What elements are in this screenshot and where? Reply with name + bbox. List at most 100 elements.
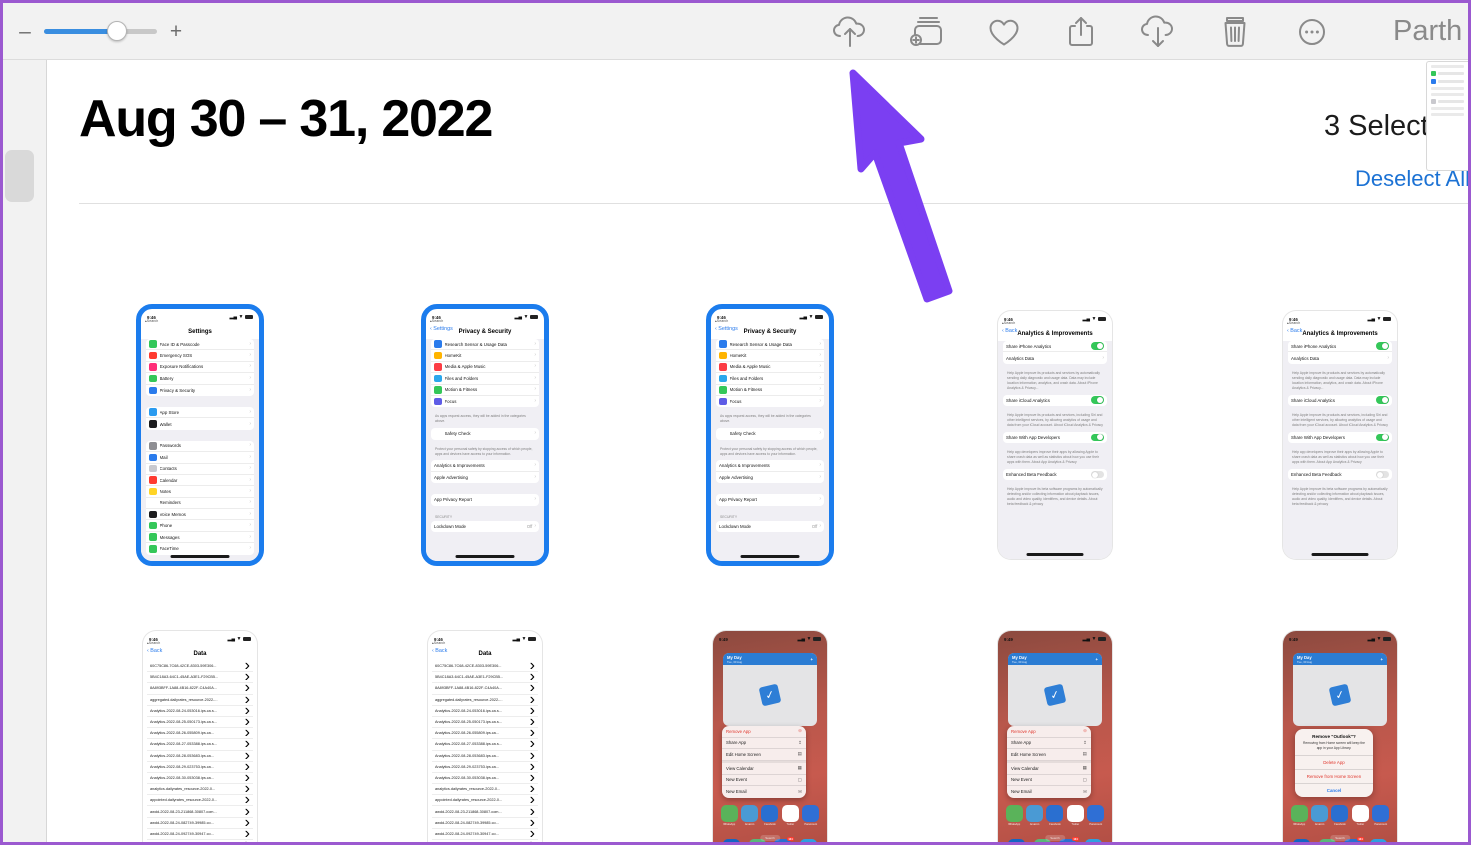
data-list-row[interactable]: analytics.dailyrates_resource-2022-0... › xyxy=(147,780,253,797)
widget-add-icon[interactable]: + xyxy=(811,657,813,662)
settings-row[interactable]: Files and Folders › xyxy=(431,373,539,385)
context-menu-item[interactable]: New Email ✉ xyxy=(1007,786,1091,798)
data-list-row[interactable]: awdd-2022-08-23-211868-30807.com... › xyxy=(147,803,253,820)
photo-thumbnail[interactable]: 9:46 ▂▄ ▼ ▴Search Data ‹ Back 60C75C86-7C68-42… xyxy=(143,631,257,842)
sidebar-handle[interactable] xyxy=(5,150,34,202)
app-icon[interactable] xyxy=(1311,805,1329,822)
data-list-row[interactable]: analytics.dailyrates_resource-2022-0... › xyxy=(432,780,538,797)
cloud-upload-button[interactable] xyxy=(811,3,888,60)
settings-row[interactable]: Calendar › xyxy=(146,475,254,487)
app-icon[interactable] xyxy=(1084,839,1102,842)
widget-add-icon[interactable]: + xyxy=(1381,657,1383,662)
zoom-slider-track[interactable] xyxy=(44,21,157,41)
settings-row[interactable]: Passwords › xyxy=(146,441,254,453)
app-icon[interactable] xyxy=(1008,839,1026,842)
delete-button[interactable] xyxy=(1196,3,1273,60)
settings-row[interactable]: Analytics & Improvements › xyxy=(431,460,539,472)
app-icon[interactable] xyxy=(720,805,738,822)
app-icon[interactable] xyxy=(1293,839,1311,842)
app-icon[interactable] xyxy=(1026,805,1044,822)
back-button[interactable]: ‹ Back xyxy=(432,648,447,654)
settings-row[interactable]: Privacy & Security › xyxy=(146,385,254,396)
settings-row[interactable]: Lockdown Mode Off › xyxy=(716,521,824,532)
settings-row[interactable]: Apple Advertising › xyxy=(431,472,539,483)
data-list-row[interactable]: awdd-2022-08-24-082749-39985.co... › xyxy=(432,814,538,831)
back-button[interactable]: ‹ Back xyxy=(1287,328,1302,334)
data-list-row[interactable]: 5B4C18A3-64C1-45AE-A3E1-F29CB5... › xyxy=(147,668,253,685)
app-cell[interactable]: Edge xyxy=(1007,839,1027,842)
search-pill[interactable]: Search xyxy=(760,835,780,841)
settings-row[interactable]: Safety Check › xyxy=(431,428,539,439)
photo-thumbnail[interactable]: My Day Tue, 30 Aug + ✓ WhatsApp Amazon Faceboo… xyxy=(998,631,1112,842)
back-button[interactable]: ‹ Settings xyxy=(715,326,738,332)
data-list-row[interactable]: Analytics-2022-08-27-053388.ips.ca.s... › xyxy=(147,735,253,752)
settings-row[interactable]: Media & Apple Music › xyxy=(716,362,824,374)
app-icon[interactable] xyxy=(741,805,759,822)
data-list-row[interactable]: 8A893BFF-1A88-4B16-822F-C4A40A... › xyxy=(147,679,253,696)
search-pill[interactable]: Search xyxy=(1045,835,1065,841)
photo-thumbnail[interactable]: 9:46 ▂▄ ▼ ▴Search Privacy & Security ‹ Settin… xyxy=(421,304,549,566)
toggle-row[interactable]: Share iPhone Analytics xyxy=(1003,341,1107,353)
data-list-row[interactable]: awdd-2022-08-24-092749-30947.co... › xyxy=(432,825,538,842)
data-list-row[interactable]: appointed.dailyrates_resource-2022-0... › xyxy=(147,791,253,808)
context-menu-item[interactable]: Share App ↥ xyxy=(1007,738,1091,749)
settings-row[interactable]: Safety Check › xyxy=(716,428,824,439)
data-list-row[interactable]: Analytics-2022-08-30-053038.ips.ca... › xyxy=(147,769,253,786)
settings-row[interactable]: HomeKit › xyxy=(716,350,824,362)
toggle-switch[interactable] xyxy=(1376,396,1389,404)
toggle-row[interactable]: Share With App Developers xyxy=(1288,432,1392,443)
back-button[interactable]: ‹ Settings xyxy=(430,326,453,332)
search-pill[interactable]: Search xyxy=(1330,835,1350,841)
zoom-slider[interactable]: – + xyxy=(17,21,184,42)
app-cell[interactable]: Amazon xyxy=(1310,805,1330,826)
zoom-in-icon[interactable]: + xyxy=(168,21,184,42)
calendar-widget[interactable]: My Day Tue, 30 Aug + ✓ xyxy=(1008,653,1102,726)
toggle-switch[interactable] xyxy=(1091,470,1104,479)
settings-row[interactable]: Battery › xyxy=(146,373,254,385)
app-cell[interactable]: Twitter xyxy=(1065,805,1085,826)
photo-thumbnail[interactable]: 9:46 ▂▄ ▼ ▴Search Data ‹ Back 60C75C86-7C68-42… xyxy=(428,631,542,842)
more-options-button[interactable] xyxy=(1273,3,1350,60)
context-menu-item[interactable]: New Email ✉ xyxy=(722,786,806,798)
app-cell[interactable]: Edge xyxy=(1292,839,1312,842)
settings-row[interactable]: Apple Advertising › xyxy=(716,472,824,483)
toggle-row[interactable]: Enhanced Beta Feedback xyxy=(1288,469,1392,480)
toggle-row[interactable]: Analytics Data › xyxy=(1003,352,1107,363)
app-cell[interactable]: Amazon xyxy=(740,805,760,826)
data-list-row[interactable]: awdd-2022-08-23-211868-30807.com... › xyxy=(432,803,538,820)
toggle-switch[interactable] xyxy=(1091,396,1104,404)
context-menu-item[interactable]: Remove App ⊖ xyxy=(1007,726,1091,738)
settings-row[interactable]: App Privacy Report › xyxy=(431,494,539,505)
photo-thumbnail[interactable]: My Day Tue, 30 Aug + ✓ WhatsApp Amazon Faceboo… xyxy=(713,631,827,842)
toggle-row[interactable]: Share iCloud Analytics xyxy=(1288,395,1392,406)
app-icon[interactable] xyxy=(1066,805,1084,822)
settings-row[interactable]: Research Sensor & Usage Data › xyxy=(431,339,539,351)
zoom-slider-knob[interactable] xyxy=(107,21,128,41)
app-cell[interactable]: WhatsApp xyxy=(1004,805,1024,826)
app-cell[interactable]: Facebook xyxy=(1045,805,1065,826)
settings-row[interactable]: Contacts › xyxy=(146,464,254,475)
app-cell[interactable]: Paramount xyxy=(1371,805,1391,826)
app-cell[interactable]: OneDrive xyxy=(1083,839,1103,842)
settings-row[interactable]: Exposure Notifications › xyxy=(146,362,254,374)
data-list-row[interactable]: appointed.dailyrates_resource-2022-0... › xyxy=(432,791,538,808)
data-list-row[interactable]: Analytics-2022-08-24-053016.ips.ca.s... › xyxy=(432,702,538,719)
data-list-row[interactable]: 60C75C86-7C68-42CE-8303-59E306... › xyxy=(147,657,253,674)
data-list-row[interactable]: Analytics-2022-08-27-053388.ips.ca.s... › xyxy=(432,735,538,752)
context-menu-item[interactable]: Edit Home Screen ▤ xyxy=(722,749,806,761)
settings-row[interactable]: Phone › xyxy=(146,520,254,532)
settings-row[interactable]: Media & Apple Music › xyxy=(431,362,539,374)
app-icon[interactable] xyxy=(781,805,799,822)
data-list-row[interactable]: 5B4C18A3-64C1-45AE-A3E1-F29CB5... › xyxy=(432,668,538,685)
app-icon[interactable] xyxy=(761,805,779,822)
app-cell[interactable]: Paramount xyxy=(1086,805,1106,826)
settings-row[interactable]: Motion & Fitness › xyxy=(716,385,824,396)
back-button[interactable]: ‹ Back xyxy=(147,648,162,654)
toggle-switch[interactable] xyxy=(1376,433,1389,442)
data-list-row[interactable]: Analytics-2022-08-30-053038.ips.ca... › xyxy=(432,769,538,786)
settings-row[interactable]: Lockdown Mode Off › xyxy=(431,521,539,532)
toggle-switch[interactable] xyxy=(1376,342,1389,350)
data-list-row[interactable]: Analytics-2022-08-25-050173.ips.ca.s... › xyxy=(147,713,253,730)
data-list-row[interactable]: awdd-2022-08-24-182303-30943.com...› xyxy=(432,836,538,842)
data-list-row[interactable]: Analytics-2022-08-28-053683.ips.ca... › xyxy=(147,747,253,764)
